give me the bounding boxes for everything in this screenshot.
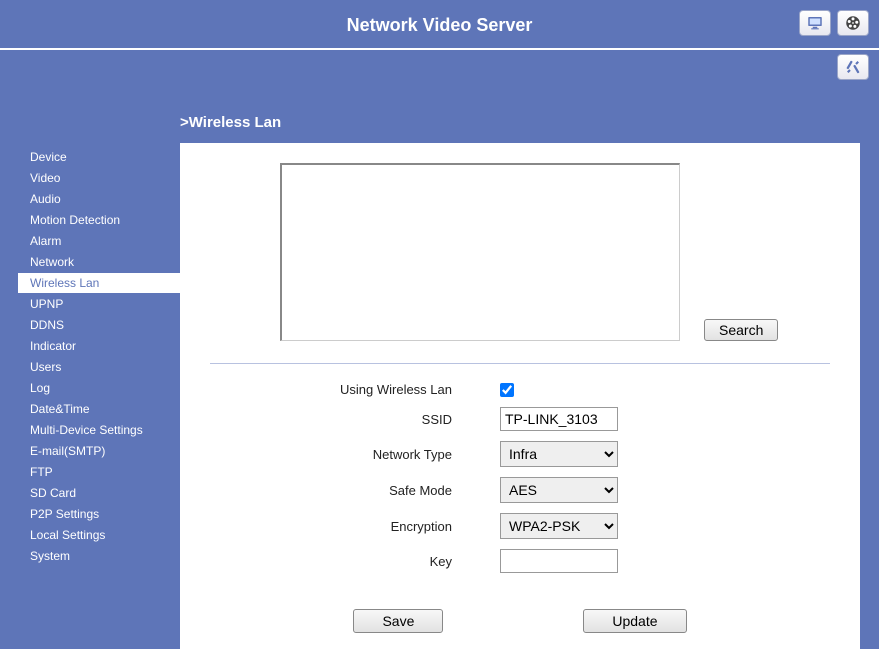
tools-icon[interactable] <box>837 54 869 80</box>
row-safe-mode: Safe Mode AES <box>210 477 830 503</box>
select-network-type[interactable]: Infra <box>500 441 618 467</box>
sidebar-item-upnp[interactable]: UPNP <box>22 294 162 314</box>
row-encryption: Encryption WPA2-PSK <box>210 513 830 539</box>
label-network-type: Network Type <box>210 447 500 462</box>
sidebar-item-sd-card[interactable]: SD Card <box>22 483 162 503</box>
sidebar-item-alarm[interactable]: Alarm <box>22 231 162 251</box>
sidebar-item-audio[interactable]: Audio <box>22 189 162 209</box>
sidebar-item-multi-device-settings[interactable]: Multi-Device Settings <box>22 420 162 440</box>
monitor-icon[interactable] <box>799 10 831 36</box>
film-reel-icon[interactable] <box>837 10 869 36</box>
sidebar-item-p2p-settings[interactable]: P2P Settings <box>22 504 162 524</box>
sidebar-item-motion-detection[interactable]: Motion Detection <box>22 210 162 230</box>
sidebar-item-network[interactable]: Network <box>22 252 162 272</box>
update-button[interactable]: Update <box>583 609 686 633</box>
row-ssid: SSID <box>210 407 830 431</box>
label-encryption: Encryption <box>210 519 500 534</box>
sidebar-item-e-mail-smtp-[interactable]: E-mail(SMTP) <box>22 441 162 461</box>
app-header: Network Video Server <box>0 0 879 50</box>
page-title: >Wireless Lan <box>180 114 879 131</box>
checkbox-using-wireless[interactable] <box>500 383 514 397</box>
sidebar-item-ddns[interactable]: DDNS <box>22 315 162 335</box>
row-using-wireless: Using Wireless Lan <box>210 382 830 397</box>
label-ssid: SSID <box>210 412 500 427</box>
sidebar-item-local-settings[interactable]: Local Settings <box>22 525 162 545</box>
wireless-scan-list[interactable] <box>280 163 680 341</box>
sidebar-item-log[interactable]: Log <box>22 378 162 398</box>
section-divider <box>210 363 830 364</box>
search-button[interactable]: Search <box>704 319 778 341</box>
save-button[interactable]: Save <box>353 609 443 633</box>
main-area: DeviceVideoAudioMotion DetectionAlarmNet… <box>0 143 879 649</box>
label-safe-mode: Safe Mode <box>210 483 500 498</box>
actions-row: Save Update <box>210 609 830 633</box>
label-using-wireless: Using Wireless Lan <box>210 382 500 397</box>
sidebar-item-wireless-lan[interactable]: Wireless Lan <box>18 273 180 293</box>
sidebar-item-ftp[interactable]: FTP <box>22 462 162 482</box>
sidebar-item-users[interactable]: Users <box>22 357 162 377</box>
subheader-row <box>0 50 879 86</box>
app-title: Network Video Server <box>0 0 879 50</box>
input-ssid[interactable] <box>500 407 618 431</box>
scan-row: Search <box>280 163 830 341</box>
row-key: Key <box>210 549 830 573</box>
sidebar-nav: DeviceVideoAudioMotion DetectionAlarmNet… <box>0 143 162 649</box>
sidebar-item-date-time[interactable]: Date&Time <box>22 399 162 419</box>
label-key: Key <box>210 554 500 569</box>
sidebar-item-indicator[interactable]: Indicator <box>22 336 162 356</box>
content-panel: Search Using Wireless Lan SSID Network T… <box>180 143 860 649</box>
sidebar-item-system[interactable]: System <box>22 546 162 566</box>
select-encryption[interactable]: WPA2-PSK <box>500 513 618 539</box>
input-key[interactable] <box>500 549 618 573</box>
header-icon-group <box>799 10 869 36</box>
row-network-type: Network Type Infra <box>210 441 830 467</box>
sidebar-item-device[interactable]: Device <box>22 147 162 167</box>
sidebar-item-video[interactable]: Video <box>22 168 162 188</box>
select-safe-mode[interactable]: AES <box>500 477 618 503</box>
